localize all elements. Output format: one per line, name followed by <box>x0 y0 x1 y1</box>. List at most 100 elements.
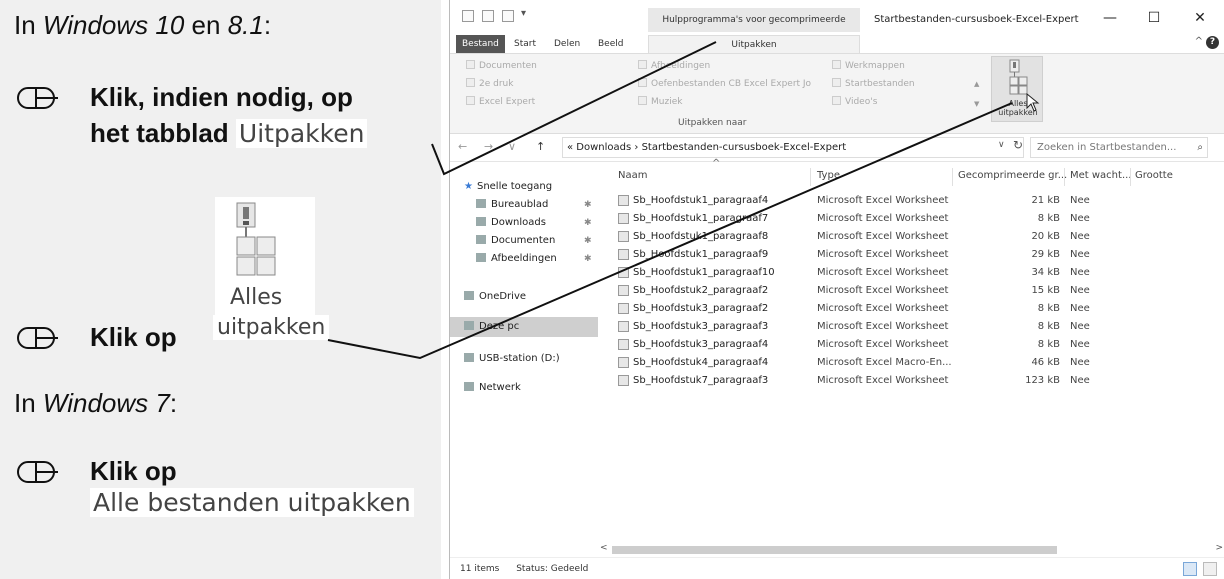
table-row[interactable]: Sb_Hoofdstuk7_paragraaf3 Microsoft Excel … <box>600 372 1224 389</box>
file-compressed-size: 21 kB <box>1031 195 1060 206</box>
file-type: Microsoft Excel Worksheet <box>817 231 949 242</box>
nav-item-downloads[interactable]: Downloads <box>476 214 546 232</box>
column-divider[interactable] <box>952 168 953 186</box>
nav-item-quick-access[interactable]: ★ Snelle toegang <box>464 178 552 196</box>
nav-item-label: Snelle toegang <box>476 181 553 192</box>
maximize-button[interactable]: ☐ <box>1139 6 1169 30</box>
tab-bestand[interactable]: Bestand <box>456 35 505 53</box>
scroll-right-icon[interactable]: > <box>1215 543 1223 553</box>
table-row[interactable]: Sb_Hoofdstuk1_paragraaf7 Microsoft Excel … <box>600 210 1224 227</box>
file-name: Sb_Hoofdstuk1_paragraaf7 <box>633 213 769 224</box>
scroll-left-icon[interactable]: < <box>600 543 608 553</box>
video-folder-icon <box>832 96 841 105</box>
column-header-naam[interactable]: Naam <box>618 170 647 181</box>
location-2e-druk[interactable]: 2e druk <box>466 76 513 92</box>
excel-file-icon <box>618 303 629 314</box>
up-arrow-icon[interactable]: ↑ <box>536 140 545 153</box>
table-row[interactable]: Sb_Hoofdstuk1_paragraaf9 Microsoft Excel … <box>600 246 1224 263</box>
close-button[interactable]: ✕ <box>1185 6 1215 30</box>
column-header-compressed-size[interactable]: Gecomprimeerde gr... <box>958 170 1067 181</box>
details-view-icon[interactable] <box>1183 562 1197 576</box>
column-divider[interactable] <box>1064 168 1065 186</box>
quick-access-dropdown-icon[interactable]: ▾ <box>521 8 526 19</box>
location-werkmappen[interactable]: Werkmappen <box>832 58 905 74</box>
properties-icon[interactable] <box>482 10 494 22</box>
tab-delen[interactable]: Delen <box>550 35 584 53</box>
pin-icon[interactable]: ✱ <box>584 236 592 246</box>
table-row[interactable]: Sb_Hoofdstuk3_paragraaf3 Microsoft Excel … <box>600 318 1224 335</box>
tab-uitpakken[interactable]: Uitpakken <box>648 35 860 53</box>
table-row[interactable]: Sb_Hoofdstuk3_paragraaf4 Microsoft Excel … <box>600 336 1224 353</box>
gallery-scroll-up-icon[interactable]: ▲ <box>974 80 979 88</box>
table-row[interactable]: Sb_Hoofdstuk1_paragraaf8 Microsoft Excel … <box>600 228 1224 245</box>
file-password-flag: Nee <box>1070 267 1090 278</box>
file-name: Sb_Hoofdstuk2_paragraaf2 <box>633 285 769 296</box>
pin-icon[interactable]: ✱ <box>584 254 592 264</box>
location-oefenbestanden[interactable]: Oefenbestanden CB Excel Expert Jo <box>638 76 811 92</box>
location-label: 2e druk <box>479 79 514 89</box>
large-icons-view-icon[interactable] <box>1203 562 1217 576</box>
nav-item-usb-station[interactable]: USB-station (D:) <box>464 350 560 368</box>
column-header-type[interactable]: Type <box>817 170 840 181</box>
table-row[interactable]: Sb_Hoofdstuk1_paragraaf4 Microsoft Excel … <box>600 192 1224 209</box>
forward-arrow-icon[interactable]: → <box>484 140 493 153</box>
table-row[interactable]: Sb_Hoofdstuk2_paragraaf2 Microsoft Excel … <box>600 282 1224 299</box>
nav-item-bureaublad[interactable]: Bureaublad <box>476 196 548 214</box>
location-startbestanden[interactable]: Startbestanden <box>832 76 915 92</box>
search-input[interactable]: Zoeken in Startbestanden... ⌕ <box>1030 137 1208 158</box>
mouse-click-icon <box>17 461 58 483</box>
folder-icon <box>466 60 475 69</box>
tab-start[interactable]: Start <box>510 35 540 53</box>
usb-drive-icon <box>464 353 474 362</box>
uitpakken-tab-snippet: Uitpakken <box>235 119 368 148</box>
address-bar[interactable]: « Downloads › Startbestanden-cursusboek-… <box>562 137 1024 158</box>
file-compressed-size: 8 kB <box>1037 321 1060 332</box>
pin-icon[interactable]: ✱ <box>584 218 592 228</box>
table-row[interactable]: Sb_Hoofdstuk3_paragraaf2 Microsoft Excel … <box>600 300 1224 317</box>
address-row: ← → ∨ ↑ « Downloads › Startbestanden-cur… <box>450 134 1224 162</box>
column-header-size[interactable]: Grootte <box>1135 170 1173 181</box>
windows10-heading: In Windows 10 en 8.1: <box>14 10 271 41</box>
ribbon-group-label: Uitpakken naar <box>678 118 747 128</box>
nav-item-deze-pc[interactable]: Deze pc <box>464 318 519 336</box>
scrollbar-thumb[interactable] <box>612 546 1057 554</box>
nav-item-onedrive[interactable]: OneDrive <box>464 288 526 306</box>
location-muziek[interactable]: Muziek <box>638 94 682 110</box>
address-dropdown-icon[interactable]: ∨ <box>998 140 1005 150</box>
help-icon[interactable]: ? <box>1206 36 1219 49</box>
nav-item-documenten[interactable]: Documenten <box>476 232 555 250</box>
file-type: Microsoft Excel Worksheet <box>817 339 949 350</box>
nav-item-netwerk[interactable]: Netwerk <box>464 379 521 397</box>
location-documenten[interactable]: Documenten <box>466 58 537 74</box>
tab-beeld[interactable]: Beeld <box>594 35 627 53</box>
location-afbeeldingen[interactable]: Afbeeldingen <box>638 58 710 74</box>
file-type: Microsoft Excel Worksheet <box>817 321 949 332</box>
dropdown-chevron-icon[interactable]: ∨ <box>508 140 516 153</box>
extract-all-button[interactable]: Alles uitpakken <box>991 56 1043 122</box>
file-compressed-size: 8 kB <box>1037 303 1060 314</box>
gallery-scroll-down-icon[interactable]: ▼ <box>974 100 979 108</box>
excel-file-icon <box>618 285 629 296</box>
location-videos[interactable]: Video's <box>832 94 877 110</box>
folder-icon <box>832 60 841 69</box>
horizontal-scrollbar[interactable]: < > <box>600 543 1224 557</box>
new-folder-icon[interactable] <box>502 10 514 22</box>
location-label: Oefenbestanden CB Excel Expert Jo <box>651 79 812 89</box>
navigation-pane: ★ Snelle toegang Bureaublad ✱ Downloads ✱… <box>450 162 598 557</box>
table-row[interactable]: Sb_Hoofdstuk1_paragraaf10 Microsoft Excel… <box>600 264 1224 281</box>
pin-icon[interactable]: ✱ <box>584 200 592 210</box>
column-divider[interactable] <box>810 168 811 186</box>
refresh-icon[interactable]: ↻ <box>1013 138 1023 152</box>
back-arrow-icon[interactable]: ← <box>458 140 467 153</box>
column-divider[interactable] <box>1130 168 1131 186</box>
location-excel-expert[interactable]: Excel Expert <box>466 94 535 110</box>
folder-icon[interactable] <box>462 10 474 22</box>
location-label: Video's <box>845 97 878 107</box>
table-row[interactable]: Sb_Hoofdstuk4_paragraaf4 Microsoft Excel … <box>600 354 1224 371</box>
minimize-button[interactable]: — <box>1095 6 1125 30</box>
column-header-password[interactable]: Met wacht... <box>1070 170 1131 181</box>
ribbon-collapse-icon[interactable]: ^ <box>1195 36 1203 47</box>
step1-text: het tabblad <box>90 118 229 148</box>
folder-icon <box>832 78 841 87</box>
nav-item-afbeeldingen[interactable]: Afbeeldingen <box>476 250 557 268</box>
